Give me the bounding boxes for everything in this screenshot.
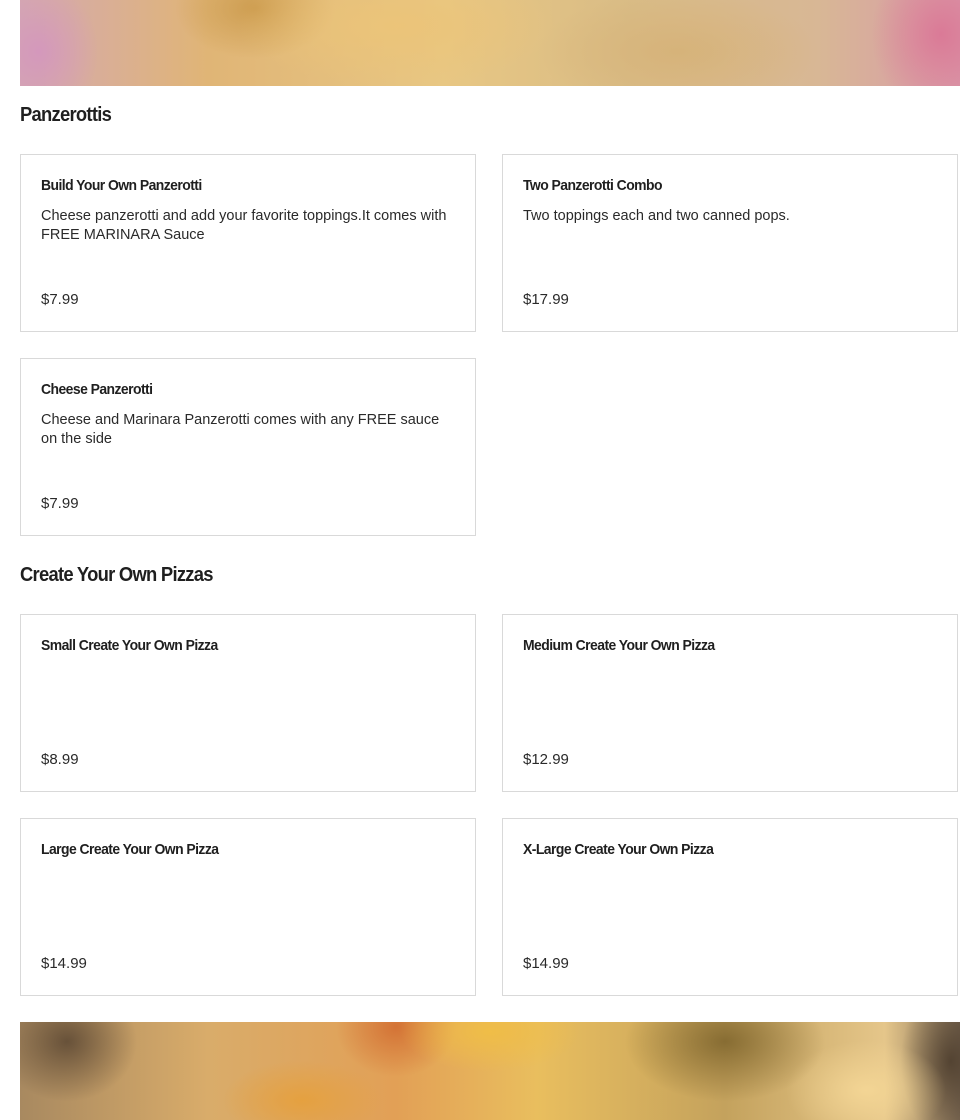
menu-item-price: $14.99 <box>523 955 569 972</box>
menu-item-name: Small Create Your Own Pizza <box>41 637 218 654</box>
menu-item-price: $7.99 <box>41 495 79 512</box>
top-banner-image <box>20 0 960 86</box>
menu-item-description: Cheese panzerotti and add your favorite … <box>41 208 447 243</box>
menu-item-price: $7.99 <box>41 291 79 308</box>
menu-item-price: $12.99 <box>523 751 569 768</box>
menu-item-name: Medium Create Your Own Pizza <box>523 637 715 654</box>
menu-item-price: $14.99 <box>41 955 87 972</box>
menu-item-price: $8.99 <box>41 751 79 768</box>
menu-item-price: $17.99 <box>523 291 569 308</box>
menu-item-card[interactable]: Large Create Your Own Pizza $14.99 <box>20 818 476 996</box>
menu-item-description: Two toppings each and two canned pops. <box>523 208 790 224</box>
menu-item-card[interactable]: Medium Create Your Own Pizza $12.99 <box>502 614 958 792</box>
menu-item-card[interactable]: Cheese Panzerotti Cheese and Marinara Pa… <box>20 358 476 536</box>
menu-item-name: Large Create Your Own Pizza <box>41 841 219 858</box>
section-title-panzerottis: Panzerottis <box>20 104 112 126</box>
menu-item-name: Two Panzerotti Combo <box>523 177 662 194</box>
menu-item-card[interactable]: Two Panzerotti Combo Two toppings each a… <box>502 154 958 332</box>
menu-item-card[interactable]: Small Create Your Own Pizza $8.99 <box>20 614 476 792</box>
menu-item-name: X-Large Create Your Own Pizza <box>523 841 714 858</box>
section-title-create-your-own-pizzas: Create Your Own Pizzas <box>20 564 213 586</box>
menu-item-description: Cheese and Marinara Panzerotti comes wit… <box>41 412 440 447</box>
menu-item-card[interactable]: Build Your Own Panzerotti Cheese panzero… <box>20 154 476 332</box>
bottom-banner-image <box>20 1022 960 1120</box>
menu-item-card[interactable]: X-Large Create Your Own Pizza $14.99 <box>502 818 958 996</box>
menu-item-name: Cheese Panzerotti <box>41 381 153 398</box>
menu-item-name: Build Your Own Panzerotti <box>41 177 202 194</box>
